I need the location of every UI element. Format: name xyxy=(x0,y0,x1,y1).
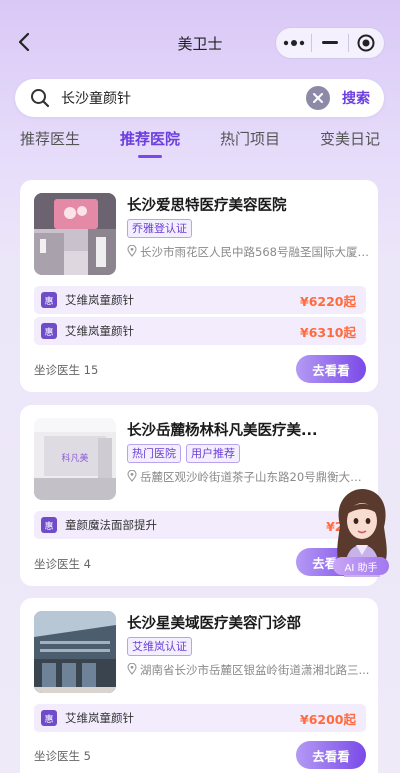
nav-bar: 美卫士 xyxy=(0,0,400,80)
hot-hospital-tag: 热门医院 xyxy=(127,444,181,463)
hospital-address: 湖南省长沙市岳麓区银盆岭街道潇湘北路三... xyxy=(127,662,371,678)
project-price: ¥6200起 xyxy=(300,711,356,727)
project-item[interactable]: 惠 童颜魔法面部提升 ¥2九 xyxy=(34,511,366,539)
minimize-icon[interactable] xyxy=(312,28,347,58)
address-text: 长沙市雨花区人民中路568号融圣国际大厦1... xyxy=(140,245,371,259)
search-bar[interactable]: 长沙童颜针 搜索 xyxy=(15,79,384,117)
hospital-card[interactable]: 长沙爱思特医疗美容医院 乔雅登认证 长沙市雨花区人民中路568号融圣国际大厦1.… xyxy=(20,180,378,392)
hospital-card[interactable]: 长沙星美域医疗美容门诊部 艾维岚认证 湖南省长沙市岳麓区银盆岭街道潇湘北路三..… xyxy=(20,598,378,773)
category-tabs: 推荐医生 推荐医院 热门项目 变美日记 xyxy=(0,128,400,158)
project-item[interactable]: 惠 艾维岚童颜针 ¥6220起 xyxy=(34,286,366,314)
tag-list: 热门医院 用户推荐 xyxy=(127,444,240,463)
doctor-count: 坐诊医生 4 xyxy=(34,557,91,571)
tab-hot-projects[interactable]: 热门项目 xyxy=(200,128,300,158)
hospital-address: 长沙市雨花区人民中路568号融圣国际大厦1... xyxy=(127,244,371,260)
discount-icon: 惠 xyxy=(41,292,57,308)
more-icon[interactable] xyxy=(276,28,311,58)
view-button[interactable]: 去看看 xyxy=(296,355,366,383)
hospital-card[interactable]: 科凡美 长沙岳麓杨林科凡美医疗美... 热门医院 用户推荐 岳麓区观沙岭街道茶子… xyxy=(20,405,378,586)
hospital-address: 岳麓区观沙岭街道茶子山东路20号鼎衡大厦6... xyxy=(127,469,371,485)
tag-list: 乔雅登认证 xyxy=(127,219,192,238)
address-text: 湖南省长沙市岳麓区银盆岭街道潇湘北路三... xyxy=(140,663,370,677)
project-price: ¥6220起 xyxy=(300,293,356,309)
address-text: 岳麓区观沙岭街道茶子山东路20号鼎衡大厦6... xyxy=(140,470,371,484)
project-name: 艾维岚童颜针 xyxy=(65,324,134,338)
search-icon xyxy=(29,87,51,109)
user-recommend-tag: 用户推荐 xyxy=(186,444,240,463)
hospital-photo xyxy=(34,611,116,693)
tag-list: 艾维岚认证 xyxy=(127,637,192,656)
tab-recommended-hospitals[interactable]: 推荐医院 xyxy=(100,128,200,158)
location-icon xyxy=(127,662,137,678)
project-price: ¥6310起 xyxy=(300,324,356,340)
discount-icon: 惠 xyxy=(41,323,57,339)
search-button[interactable]: 搜索 xyxy=(342,88,370,108)
ai-assistant-label[interactable]: AI 助手 xyxy=(333,557,389,575)
project-item[interactable]: 惠 艾维岚童颜针 ¥6310起 xyxy=(34,317,366,345)
project-name: 童颜魔法面部提升 xyxy=(65,518,157,532)
search-input[interactable]: 长沙童颜针 xyxy=(61,88,306,108)
tab-recommended-doctors[interactable]: 推荐医生 xyxy=(0,128,100,158)
location-icon xyxy=(127,469,137,485)
clear-icon[interactable] xyxy=(306,86,330,110)
hospital-photo: 科凡美 xyxy=(34,418,116,500)
certification-tag: 艾维岚认证 xyxy=(127,637,192,656)
discount-icon: 惠 xyxy=(41,710,57,726)
project-name: 艾维岚童颜针 xyxy=(65,711,134,725)
hospital-name: 长沙爱思特医疗美容医院 xyxy=(127,198,287,214)
doctor-count: 坐诊医生 5 xyxy=(34,749,91,763)
certification-tag: 乔雅登认证 xyxy=(127,219,192,238)
mini-program-capsule xyxy=(275,27,385,59)
tab-beauty-diary[interactable]: 变美日记 xyxy=(300,128,400,158)
discount-icon: 惠 xyxy=(41,517,57,533)
project-item[interactable]: 惠 艾维岚童颜针 ¥6200起 xyxy=(34,704,366,732)
hospital-name: 长沙星美域医疗美容门诊部 xyxy=(127,616,301,632)
doctor-count: 坐诊医生 15 xyxy=(34,363,99,377)
view-button[interactable]: 去看看 xyxy=(296,741,366,769)
hospital-name: 长沙岳麓杨林科凡美医疗美... xyxy=(127,423,318,439)
project-name: 艾维岚童颜针 xyxy=(65,293,134,307)
location-icon xyxy=(127,244,137,260)
hospital-photo xyxy=(34,193,116,275)
close-program-icon[interactable] xyxy=(349,28,384,58)
svg-text:科凡美: 科凡美 xyxy=(61,452,88,464)
